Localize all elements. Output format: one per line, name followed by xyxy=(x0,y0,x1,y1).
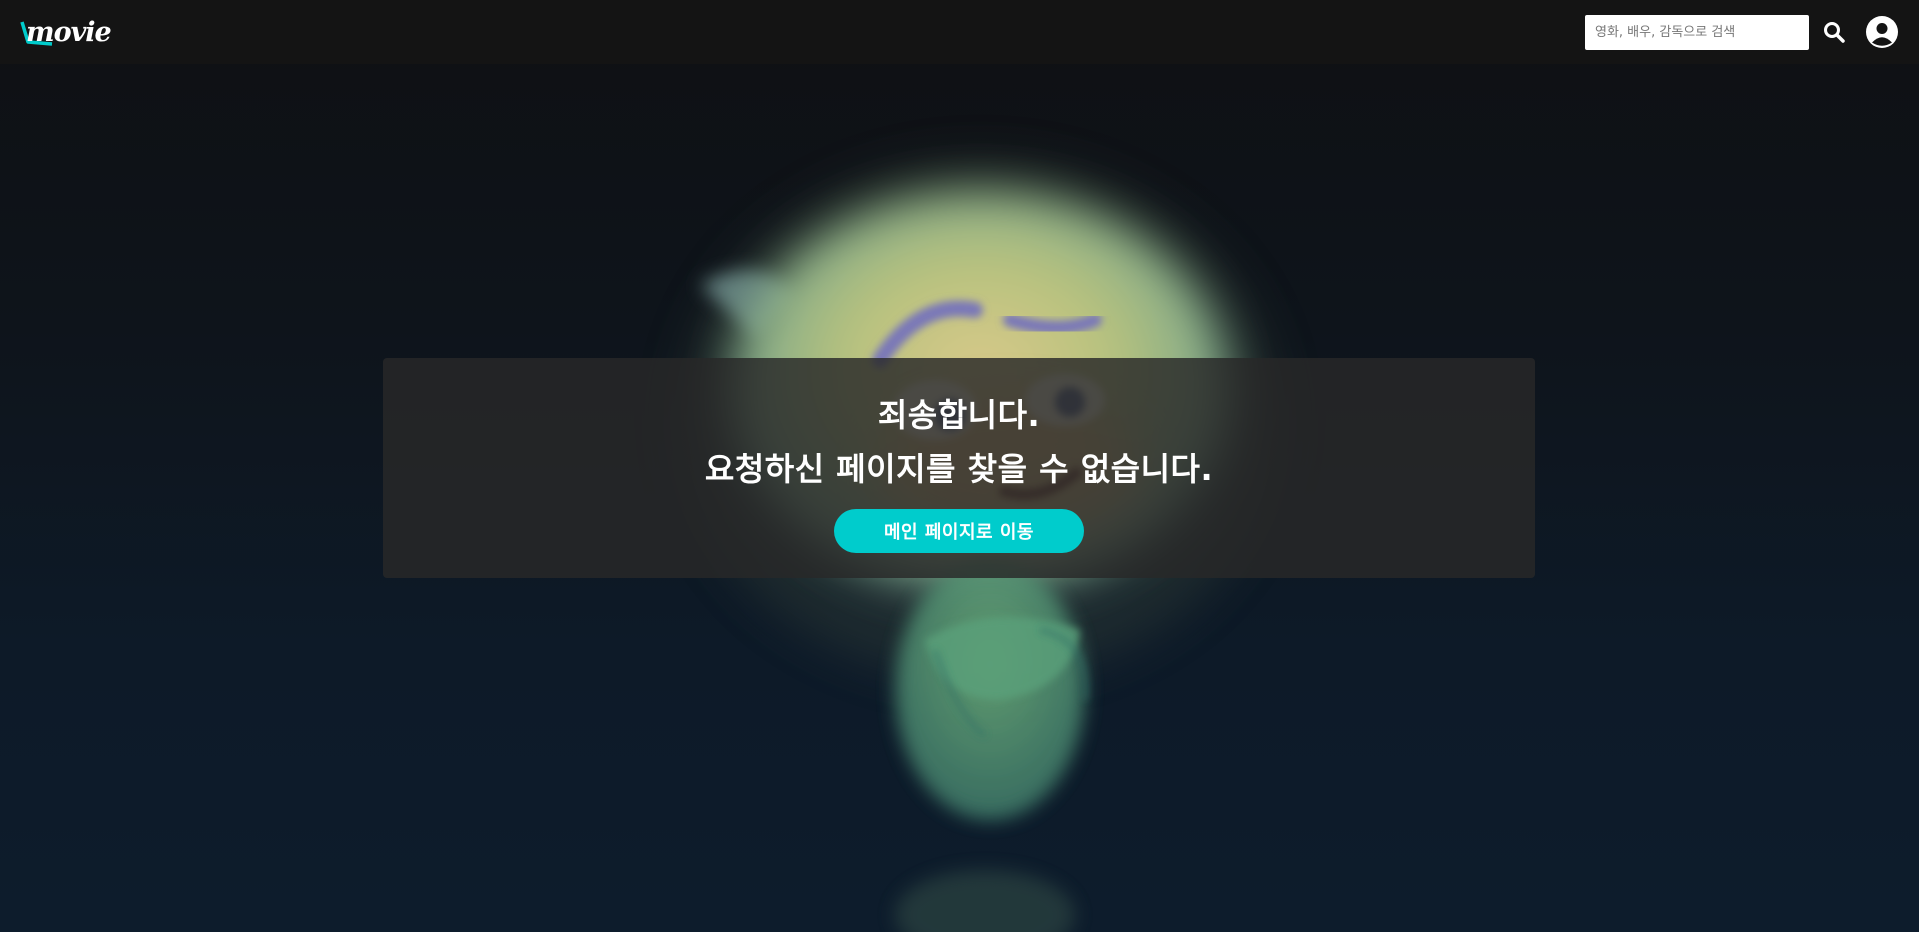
search-icon xyxy=(1824,22,1845,43)
go-home-button[interactable]: 메인 페이지로 이동 xyxy=(834,509,1084,553)
profile-button[interactable] xyxy=(1865,15,1899,49)
header-actions xyxy=(1585,14,1899,50)
error-message: 요청하신 페이지를 찾을 수 없습니다. xyxy=(704,450,1214,488)
search-input[interactable] xyxy=(1585,14,1809,50)
logo-text: movie xyxy=(26,16,112,48)
not-found-panel: 죄송합니다. 요청하신 페이지를 찾을 수 없습니다. 메인 페이지로 이동 xyxy=(383,358,1535,578)
search-button[interactable] xyxy=(1819,17,1849,47)
error-title: 죄송합니다. xyxy=(877,396,1041,434)
top-navigation-bar: movie xyxy=(0,0,1919,64)
site-logo[interactable]: movie xyxy=(20,12,112,52)
user-circle-icon xyxy=(1866,16,1898,48)
